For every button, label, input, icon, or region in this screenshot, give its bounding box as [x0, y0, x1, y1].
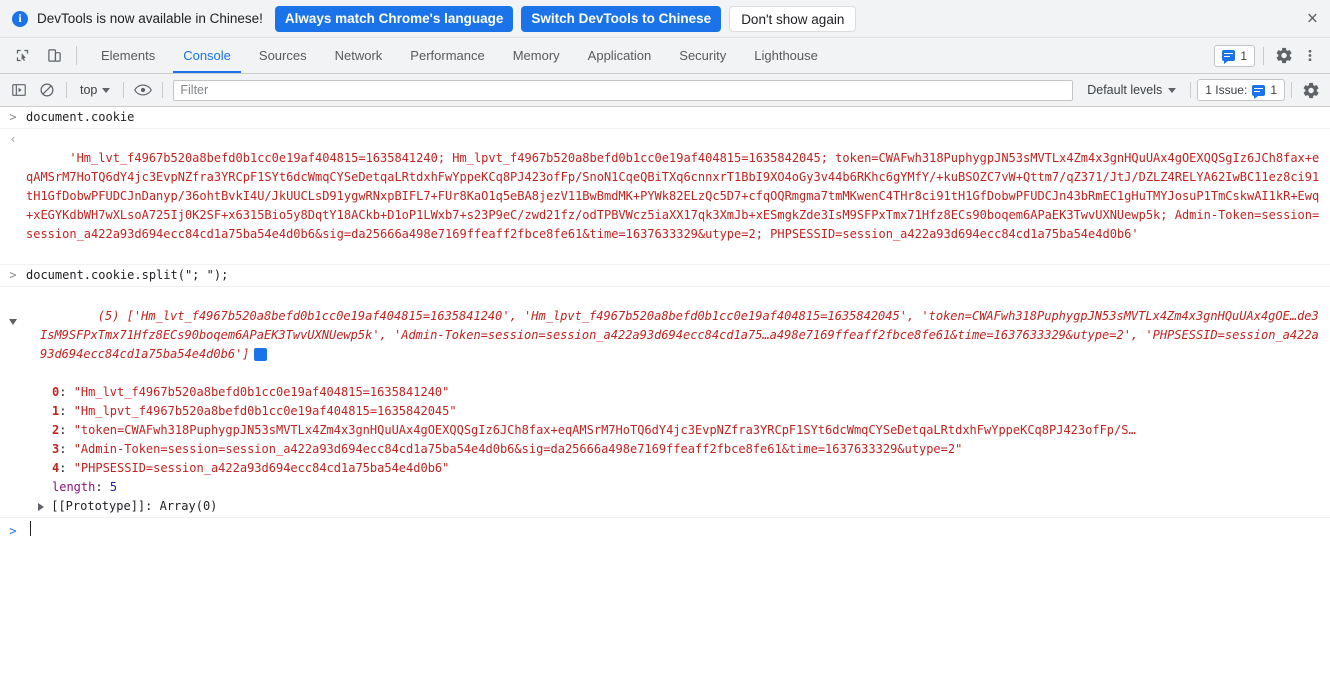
issue-message-icon	[1222, 50, 1236, 64]
toolbar-divider-2	[1263, 46, 1264, 65]
filterbar-divider-2	[123, 82, 125, 98]
filterbar-divider-4	[1190, 82, 1192, 98]
array-item-row[interactable]: 0: "Hm_lvt_f4967b520a8befd0b1cc0e19af404…	[26, 383, 1320, 402]
tabbar-left-icons	[0, 38, 72, 73]
expand-array-toggle[interactable]	[0, 288, 26, 331]
info-icon: i	[12, 10, 28, 27]
array-item-row[interactable]: 2: "token=CWAFwh318PuphygpJN53sMVTLx4Zm4…	[26, 421, 1320, 440]
filter-input[interactable]	[173, 79, 1074, 101]
array-value-text: "token=CWAFwh318PuphygpJN53sMVTLx4Zm4x3g…	[73, 423, 1136, 437]
toolbar-divider	[76, 46, 77, 65]
tab-memory[interactable]: Memory	[499, 38, 574, 73]
tab-security[interactable]: Security	[665, 38, 740, 73]
gear-icon[interactable]	[1298, 78, 1324, 102]
console-filter-toolbar: top Default levels 1 Issue: 1	[0, 74, 1330, 107]
tab-application[interactable]: Application	[574, 38, 666, 73]
issues-count-label: 1	[1240, 48, 1247, 63]
filterbar-divider-5	[1291, 82, 1292, 98]
no-entry-icon[interactable]	[34, 78, 60, 102]
prototype-row[interactable]: [[Prototype]]: Array(0)	[26, 497, 1320, 516]
info-icon[interactable]: i	[246, 348, 267, 361]
notification-message: DevTools is now available in Chinese!	[37, 11, 263, 26]
device-toolbar-icon[interactable]	[42, 44, 66, 68]
prompt-arrow-icon: >	[9, 268, 17, 282]
chevron-down-icon[interactable]	[9, 318, 17, 325]
array-summary-text: (5) ['Hm_lvt_f4967b520a8befd0b1cc0e19af4…	[26, 288, 1320, 383]
more-vertical-icon[interactable]	[1298, 44, 1322, 68]
panel-tabs: Elements Console Sources Network Perform…	[87, 38, 832, 73]
console-input-field[interactable]	[26, 521, 1330, 542]
console-input-row[interactable]: >	[0, 518, 1330, 543]
prototype-label: [[Prototype]]	[51, 499, 146, 513]
console-result-text: 'Hm_lvt_f4967b520a8befd0b1cc0e19af404815…	[26, 130, 1330, 263]
switch-devtools-to-chinese-button[interactable]: Switch DevTools to Chinese	[521, 5, 722, 32]
array-summary-line: (5) ['Hm_lvt_f4967b520a8befd0b1cc0e19af4…	[97, 309, 1196, 323]
chevron-down-icon	[1168, 87, 1177, 93]
result-line: 9ffeaff2fbce8fe61&time=1637633329&utype=…	[459, 227, 1139, 241]
array-value-text: "Hm_lvt_f4967b520a8befd0b1cc0e19af404815…	[73, 385, 450, 399]
console-command-row: > document.cookie	[0, 107, 1330, 129]
tab-performance[interactable]: Performance	[396, 38, 498, 73]
array-item-row[interactable]: 4: "PHPSESSID=session_a422a93d694ecc84cd…	[26, 459, 1320, 478]
return-arrow-icon: ‹	[9, 132, 17, 146]
log-levels-selector[interactable]: Default levels	[1079, 83, 1184, 97]
filterbar-divider-1	[66, 82, 67, 98]
dont-show-again-button[interactable]: Don't show again	[729, 5, 857, 32]
array-value-text: "Hm_lpvt_f4967b520a8befd0b1cc0e19af40481…	[73, 404, 457, 418]
tab-sources[interactable]: Sources	[245, 38, 321, 73]
issues-text-label: 1 Issue:	[1205, 83, 1248, 97]
chevron-down-icon	[102, 87, 111, 93]
devtools-tabbar: Elements Console Sources Network Perform…	[0, 38, 1330, 74]
issues-counter-button[interactable]: 1	[1214, 44, 1255, 67]
issue-message-icon	[1252, 84, 1266, 99]
issues-bar-button[interactable]: 1 Issue: 1	[1197, 79, 1285, 101]
prototype-value: Array(0)	[159, 499, 218, 513]
length-value: 5	[109, 480, 118, 494]
array-length-row: length: 5	[52, 480, 118, 494]
javascript-context-selector[interactable]: top	[73, 79, 117, 101]
log-levels-label: Default levels	[1087, 83, 1163, 97]
eye-icon[interactable]	[130, 78, 156, 102]
issues-count-label: 1	[1270, 83, 1277, 97]
tab-console[interactable]: Console	[169, 38, 245, 73]
array-value-text: "Admin-Token=session=session_a422a93d694…	[73, 442, 963, 456]
chevron-right-icon[interactable]	[38, 502, 44, 511]
text-cursor	[30, 521, 31, 536]
clear-console-icon[interactable]	[6, 78, 32, 102]
close-icon[interactable]: ×	[1307, 9, 1318, 28]
array-item-row[interactable]: 3: "Admin-Token=session=session_a422a93d…	[26, 440, 1320, 459]
array-item-row[interactable]: 1: "Hm_lpvt_f4967b520a8befd0b1cc0e19af40…	[26, 402, 1320, 421]
tabbar-right-icons: 1	[1214, 38, 1330, 73]
console-array-result-row: (5) ['Hm_lvt_f4967b520a8befd0b1cc0e19af4…	[0, 287, 1330, 518]
console-command-row: > document.cookie.split("; ");	[0, 265, 1330, 287]
array-value-text: "PHPSESSID=session_a422a93d694ecc84cd1a7…	[73, 461, 450, 475]
context-label: top	[80, 83, 98, 97]
length-label: length	[52, 480, 96, 494]
prompt-arrow-icon: >	[9, 524, 17, 538]
result-line: 'Hm_lvt_f4967b520a8befd0b1cc0e19af404815…	[69, 151, 1182, 165]
always-match-language-button[interactable]: Always match Chrome's language	[274, 5, 514, 32]
gear-icon[interactable]	[1272, 44, 1296, 68]
prompt-arrow-icon: >	[9, 110, 17, 124]
console-command-text: document.cookie	[26, 110, 135, 124]
language-notification-bar: i DevTools is now available in Chinese! …	[0, 0, 1330, 38]
tab-lighthouse[interactable]: Lighthouse	[740, 38, 832, 73]
console-command-text: document.cookie.split("; ");	[26, 268, 229, 282]
inspect-element-icon[interactable]	[10, 44, 34, 68]
console-result-row: ‹ 'Hm_lvt_f4967b520a8befd0b1cc0e19af4048…	[0, 129, 1330, 265]
filterbar-divider-3	[162, 82, 164, 98]
tab-network[interactable]: Network	[321, 38, 397, 73]
tab-elements[interactable]: Elements	[87, 38, 169, 73]
console-output[interactable]: > document.cookie ‹ 'Hm_lvt_f4967b520a8b…	[0, 107, 1330, 697]
